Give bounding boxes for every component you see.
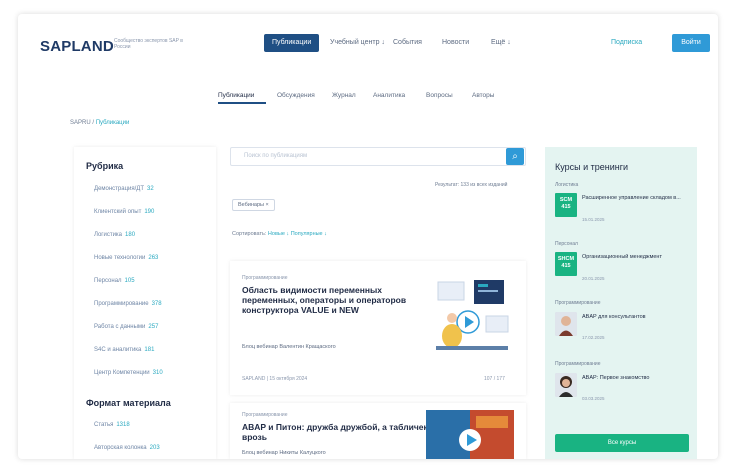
person-avatar (555, 373, 577, 397)
card-thumbnail (426, 410, 514, 459)
category-item[interactable]: Клиентский опыт 190 (94, 209, 154, 215)
results-count: Результат: 133 из всех изданий (435, 182, 508, 188)
card-meta: SAPLAND | 15 октября 2024 (242, 376, 308, 382)
breadcrumb-separator: / (92, 120, 95, 126)
course-date: 15.01.2025 (582, 217, 605, 222)
category-item[interactable]: Программирование 378 (94, 301, 162, 307)
nav-publications[interactable]: Публикации (264, 34, 320, 52)
sort-label: Сортировать: (232, 231, 267, 237)
nav-more[interactable]: Ещё ↓ (491, 39, 511, 46)
course-category: Логистика (555, 182, 579, 188)
card-author: Блоц вебинар Никиты Калуцкого (242, 450, 326, 456)
page-frame: SAPLAND Сообщество экспертов SAP в Росси… (18, 14, 718, 459)
card-title[interactable]: Область видимости переменных переменных,… (242, 285, 417, 315)
filter-chip-webinars[interactable]: Вебинары × (232, 199, 275, 211)
tab-questions[interactable]: Вопросы (426, 92, 453, 99)
format-title: Формат материала (86, 398, 171, 408)
format-item[interactable]: Статья 1318 (94, 422, 130, 428)
breadcrumb-root[interactable]: SAPRU (70, 120, 91, 126)
card-illustration (436, 280, 509, 350)
course-category: Персонал (555, 241, 578, 247)
course-title[interactable]: ABAP: Первое знакомство (582, 375, 692, 382)
card-author: Блоц вебинар Валентин Кращаского (242, 344, 336, 350)
active-tab-underline (218, 102, 266, 104)
rubric-title: Рубрика (86, 161, 124, 171)
card-category: Программирование (242, 275, 288, 281)
search-placeholder: Поиск по публикациям (244, 153, 308, 159)
card-category: Программирование (242, 412, 288, 418)
category-item[interactable]: Логистика 180 (94, 232, 135, 238)
category-item[interactable]: S4C и аналитика 181 (94, 347, 154, 353)
nav-training-center[interactable]: Учебный центр ↓ (330, 39, 385, 46)
sort-by-date[interactable]: Новые ↓ (268, 231, 289, 237)
subscribe-link[interactable]: Подписка (611, 39, 642, 46)
breadcrumb-current: Публикации (95, 120, 130, 126)
format-item[interactable]: Авторская колонка 203 (94, 445, 160, 451)
card-views: 107 / 177 (484, 376, 505, 382)
course-badge: SHCM 415 (555, 252, 577, 276)
tab-journal[interactable]: Журнал (332, 92, 356, 99)
courses-title: Курсы и тренинги (555, 162, 629, 172)
card-title[interactable]: ABAP и Питон: дружба дружбой, а табличек… (242, 422, 432, 442)
site-logo[interactable]: SAPLAND (40, 38, 114, 55)
course-category: Программирование (555, 300, 601, 306)
course-title[interactable]: Организационный менеджмент (582, 254, 692, 261)
category-item[interactable]: Персонал 105 (94, 278, 135, 284)
course-title[interactable]: Расширенное управление складом в... (582, 195, 692, 202)
tab-authors[interactable]: Авторы (472, 92, 494, 99)
tab-publications[interactable]: Публикации (218, 92, 254, 99)
search-icon: ⌕ (512, 151, 518, 162)
tab-discussions[interactable]: Обсуждения (277, 92, 315, 99)
category-item[interactable]: Центр Компетенции 310 (94, 370, 163, 376)
nav-events[interactable]: События (393, 39, 422, 46)
logo-tagline: Сообщество экспертов SAP в России (114, 38, 183, 50)
nav-news[interactable]: Новости (442, 39, 469, 46)
person-avatar (555, 312, 577, 336)
category-item[interactable]: Работа с данными 257 (94, 324, 158, 330)
tab-analytics[interactable]: Аналитика (373, 92, 405, 99)
category-item[interactable]: Новые технологии 263 (94, 255, 158, 261)
sort-controls: Сортировать: Новые ↓ Популярные ↓ (232, 231, 327, 237)
search-button[interactable]: ⌕ (506, 148, 524, 165)
course-date: 20.01.2025 (582, 276, 605, 281)
breadcrumb: SAPRU / Публикации (70, 120, 129, 126)
course-category: Программирование (555, 361, 601, 367)
all-courses-button[interactable]: Все курсы (555, 434, 689, 452)
course-title[interactable]: ABAP для консультантов (582, 314, 692, 321)
course-badge: SCM 415 (555, 193, 577, 217)
sort-by-popular[interactable]: Популярные ↓ (291, 231, 327, 237)
course-date: 17.02.2025 (582, 335, 605, 340)
course-date: 03.03.2025 (582, 396, 605, 401)
category-item[interactable]: Демонстрация/ДТ 32 (94, 186, 154, 192)
login-button[interactable]: Войти (672, 34, 710, 52)
